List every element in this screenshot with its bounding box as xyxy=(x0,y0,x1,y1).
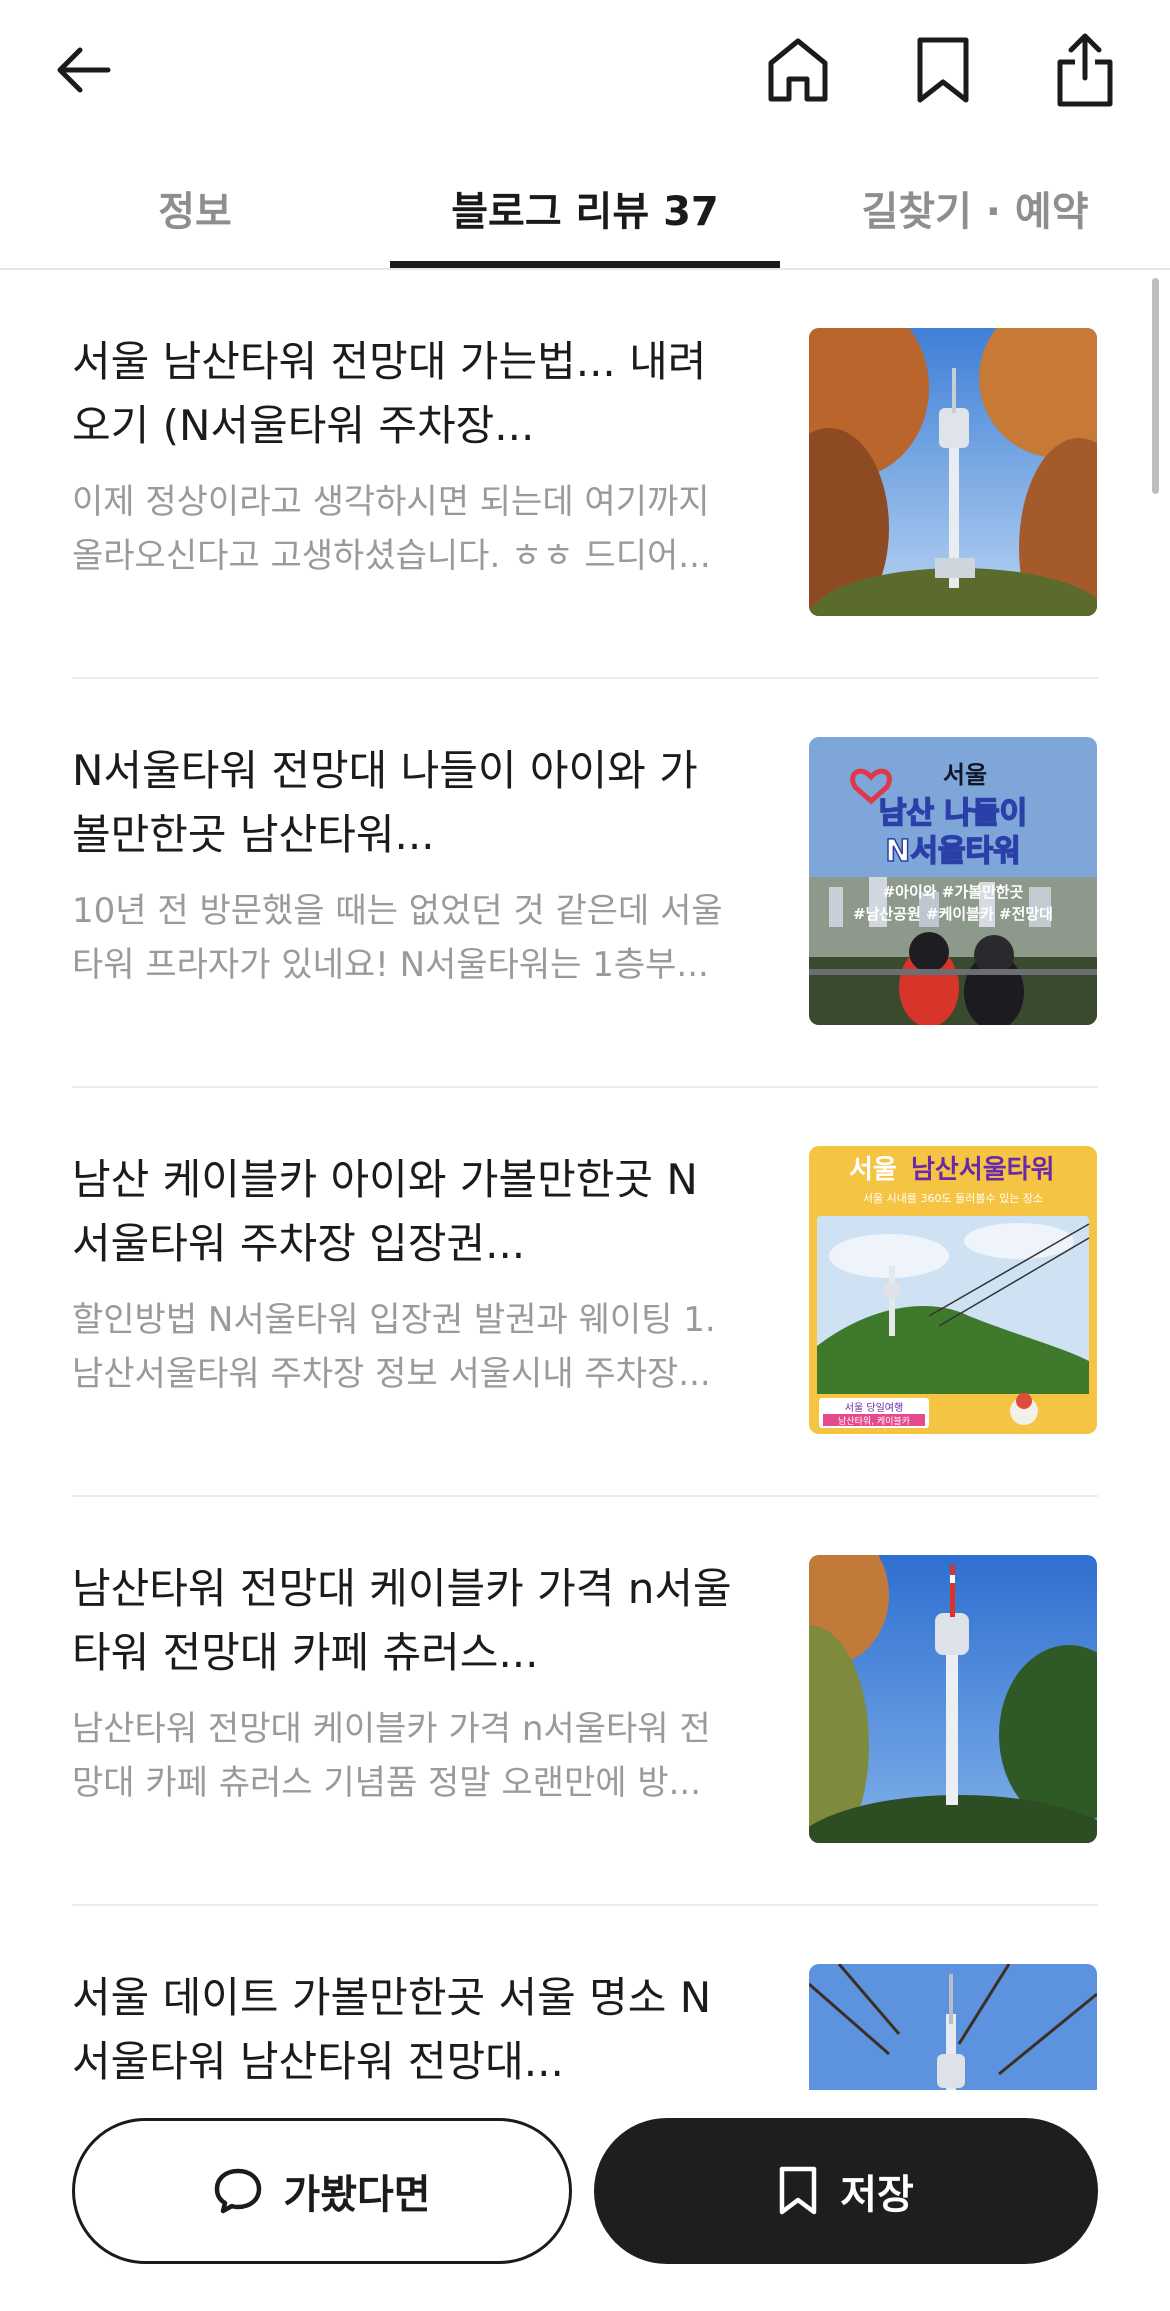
review-card[interactable]: N서울타워 전망대 나들이 아이와 가볼만한곳 남산타워... 10년 전 방문… xyxy=(72,679,1098,1088)
bookmark-button[interactable] xyxy=(895,22,991,118)
svg-text:남산 나들이: 남산 나들이 xyxy=(879,796,1027,831)
svg-text:서울 시내를 360도 둘러볼수 있는 장소: 서울 시내를 360도 둘러볼수 있는 장소 xyxy=(863,1192,1043,1205)
svg-text:남산타워, 케이블카: 남산타워, 케이블카 xyxy=(838,1416,910,1427)
chat-bubble-icon xyxy=(215,2168,262,2214)
share-button[interactable] xyxy=(1037,22,1133,118)
review-thumbnail: 서울 남산 나들이 N서울타워 #아이와 #가볼만한곳 #남산공원 #케이블카 … xyxy=(809,737,1097,1025)
review-snippet: 남산타워 전망대 케이블카 가격 n서울타워 전망대 카페 츄러스 기념품 정말… xyxy=(72,1709,711,1803)
save-button-label: 저장 xyxy=(840,2172,914,2218)
tower-autumn-photo xyxy=(809,328,1097,616)
review-title: 서울 데이트 가볼만한곳 서울 명소 N서울타워 남산타워 전망대... xyxy=(72,1973,712,2086)
yellow-poster-graphic: 서울 남산서울타워 서울 시내를 360도 둘러볼수 있는 장소 서울 당일여행… xyxy=(809,1146,1097,1434)
review-thumbnail xyxy=(809,1964,1097,2090)
review-snippet: 할인방법 N서울타워 입장권 발권과 웨이팅 1. 남산서울타워 주차장 정보 … xyxy=(72,1300,716,1394)
tab-bar: 정보 블로그 리뷰 37 길찾기 · 예약 xyxy=(0,150,1170,270)
top-app-bar xyxy=(0,0,1170,140)
scrollbar[interactable] xyxy=(1152,278,1159,494)
review-thumbnail: 서울 남산서울타워 서울 시내를 360도 둘러볼수 있는 장소 서울 당일여행… xyxy=(809,1146,1097,1434)
review-snippet: 10년 전 방문했을 때는 없었던 것 같은데 서울타워 프라자가 있네요! N… xyxy=(72,891,723,985)
review-card[interactable]: 남산타워 전망대 케이블카 가격 n서울타워 전망대 카페 츄러스... 남산타… xyxy=(72,1497,1098,1906)
review-thumbnail xyxy=(809,1555,1097,1843)
blog-cover-graphic: 서울 남산 나들이 N서울타워 #아이와 #가볼만한곳 #남산공원 #케이블카 … xyxy=(809,737,1097,1025)
visited-button-label: 가봤다면 xyxy=(283,2172,431,2218)
svg-text:서울 당일여행: 서울 당일여행 xyxy=(845,1402,903,1414)
review-card[interactable]: 서울 데이트 가볼만한곳 서울 명소 N서울타워 남산타워 전망대... xyxy=(72,1906,1098,2090)
active-tab-indicator xyxy=(390,261,780,268)
review-card[interactable]: 서울 남산타워 전망대 가는법... 내려오기 (N서울타워 주차장... 이제… xyxy=(72,270,1098,679)
tower-branches-photo xyxy=(809,1964,1097,2090)
review-title: 남산타워 전망대 케이블카 가격 n서울타워 전망대 카페 츄러스... xyxy=(72,1564,732,1677)
svg-text:#남산공원 #케이블카 #전망대: #남산공원 #케이블카 #전망대 xyxy=(853,905,1053,923)
tab-directions-reservation[interactable]: 길찾기 · 예약 xyxy=(830,150,1120,266)
home-icon xyxy=(768,38,828,102)
review-thumbnail xyxy=(809,328,1097,616)
svg-text:서울: 서울 xyxy=(849,1155,897,1185)
review-card[interactable]: 남산 케이블카 아이와 가볼만한곳 N서울타워 주차장 입장권... 할인방법 … xyxy=(72,1088,1098,1497)
review-title: 남산 케이블카 아이와 가볼만한곳 N서울타워 주차장 입장권... xyxy=(72,1155,698,1268)
blog-review-list: 서울 남산타워 전망대 가는법... 내려오기 (N서울타워 주차장... 이제… xyxy=(72,270,1098,2090)
tower-blue-sky-photo xyxy=(809,1555,1097,1843)
svg-text:#아이와 #가볼만한곳: #아이와 #가볼만한곳 xyxy=(883,883,1024,901)
review-snippet: 이제 정상이라고 생각하시면 되는데 여기까지 올라오신다고 고생하셨습니다. … xyxy=(72,482,711,576)
review-title: 서울 남산타워 전망대 가는법... 내려오기 (N서울타워 주차장... xyxy=(72,337,707,450)
review-title: N서울타워 전망대 나들이 아이와 가볼만한곳 남산타워... xyxy=(72,746,698,859)
back-button[interactable] xyxy=(36,22,132,118)
share-icon xyxy=(1057,33,1113,107)
back-arrow-icon xyxy=(57,47,111,93)
bookmark-icon xyxy=(779,2166,817,2215)
svg-text:N서울타워: N서울타워 xyxy=(885,834,1021,869)
svg-text:서울: 서울 xyxy=(943,761,987,789)
tab-blog-reviews[interactable]: 블로그 리뷰 37 xyxy=(390,150,780,266)
bottom-action-bar: 가봤다면 저장 xyxy=(0,2090,1170,2311)
save-button[interactable]: 저장 xyxy=(594,2118,1098,2264)
visited-review-button[interactable]: 가봤다면 xyxy=(72,2118,572,2264)
home-button[interactable] xyxy=(750,22,846,118)
bookmark-icon xyxy=(917,37,969,103)
svg-text:남산서울타워: 남산서울타워 xyxy=(911,1155,1055,1185)
tab-info[interactable]: 정보 xyxy=(80,150,310,266)
